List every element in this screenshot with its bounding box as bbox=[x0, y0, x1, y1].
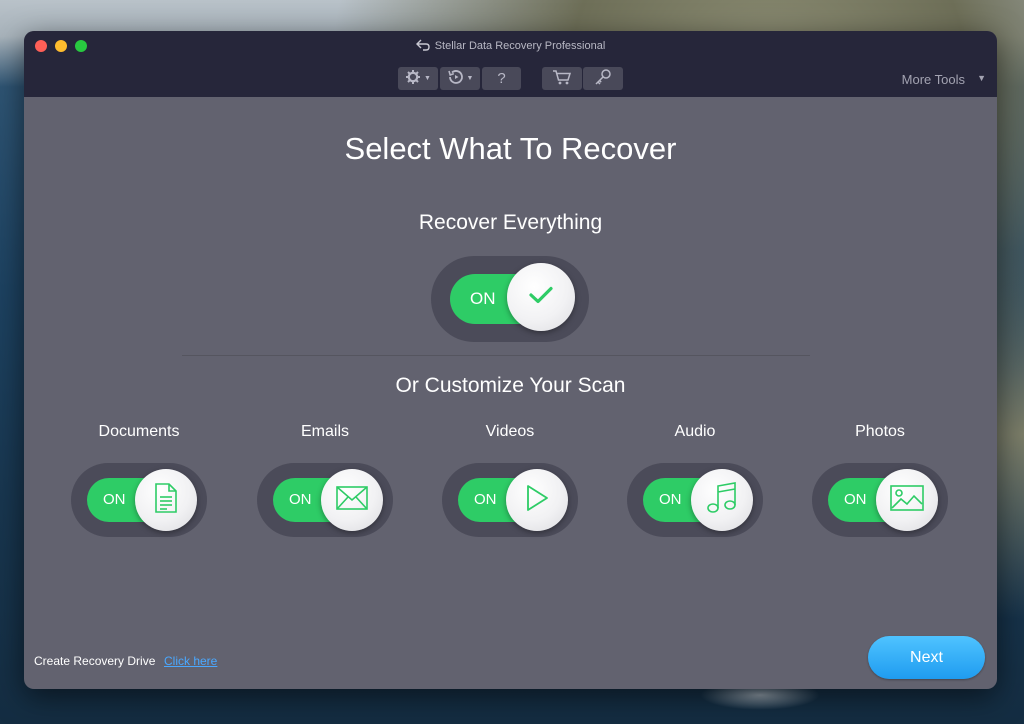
window-title: Stellar Data Recovery Professional bbox=[24, 39, 997, 54]
category-audio: Audio ON bbox=[625, 423, 765, 537]
chevron-down-icon: ▼ bbox=[424, 75, 431, 82]
title-bar: Stellar Data Recovery Professional ▼ ▼ ? bbox=[24, 31, 997, 97]
help-button[interactable]: ? bbox=[482, 67, 521, 90]
toggle-state-label: ON bbox=[289, 491, 312, 508]
toggle-knob[interactable] bbox=[876, 469, 938, 531]
activation-key-button[interactable] bbox=[583, 67, 623, 90]
emails-toggle[interactable]: ON bbox=[257, 463, 393, 537]
chevron-down-icon[interactable]: ▼ bbox=[977, 73, 986, 83]
image-icon bbox=[889, 484, 925, 517]
cart-button[interactable] bbox=[542, 67, 582, 90]
toggle-state-label: ON bbox=[659, 491, 682, 508]
next-button[interactable]: Next bbox=[868, 636, 985, 679]
back-arrow-icon[interactable] bbox=[415, 39, 430, 54]
recover-everything-heading: Recover Everything bbox=[418, 211, 603, 234]
toggle-knob[interactable] bbox=[135, 469, 197, 531]
section-divider bbox=[182, 355, 810, 356]
customize-scan-heading: Or Customize Your Scan bbox=[395, 374, 626, 397]
category-label: Photos bbox=[855, 423, 905, 440]
category-photos: Photos ON bbox=[810, 423, 950, 537]
toggle-knob[interactable] bbox=[691, 469, 753, 531]
gear-icon bbox=[405, 69, 421, 89]
videos-toggle[interactable]: ON bbox=[442, 463, 578, 537]
create-recovery-drive-label: Create Recovery Drive bbox=[34, 654, 156, 668]
play-icon bbox=[524, 484, 550, 517]
history-icon bbox=[447, 69, 464, 89]
toggle-knob[interactable] bbox=[507, 263, 575, 331]
more-tools-menu[interactable]: More Tools bbox=[902, 72, 965, 87]
category-documents: Documents ON bbox=[69, 423, 209, 537]
audio-toggle[interactable]: ON bbox=[627, 463, 763, 537]
category-videos: Videos ON bbox=[440, 423, 580, 537]
recover-everything-toggle[interactable]: ON bbox=[431, 256, 589, 342]
document-icon bbox=[153, 482, 179, 519]
help-icon: ? bbox=[497, 70, 506, 87]
envelope-icon bbox=[335, 485, 369, 516]
toggle-state-label: ON bbox=[103, 491, 126, 508]
category-label: Documents bbox=[98, 423, 180, 440]
category-emails: Emails ON bbox=[255, 423, 395, 537]
window-title-text: Stellar Data Recovery Professional bbox=[434, 40, 606, 52]
create-recovery-drive-link[interactable]: Click here bbox=[164, 654, 217, 668]
toggle-knob[interactable] bbox=[506, 469, 568, 531]
toolbar: ▼ ▼ ? bbox=[24, 67, 997, 91]
settings-button[interactable]: ▼ bbox=[398, 67, 438, 90]
toggle-state-label: ON bbox=[474, 491, 497, 508]
checkmark-icon bbox=[528, 285, 554, 310]
cart-icon bbox=[552, 69, 572, 89]
category-label: Videos bbox=[485, 423, 535, 440]
app-window: Stellar Data Recovery Professional ▼ ▼ ? bbox=[24, 31, 997, 689]
key-icon bbox=[594, 68, 612, 90]
photos-toggle[interactable]: ON bbox=[812, 463, 948, 537]
history-button[interactable]: ▼ bbox=[440, 67, 480, 90]
category-label: Audio bbox=[674, 423, 716, 440]
toggle-state-label: ON bbox=[844, 491, 867, 508]
main-content: Select What To Recover Recover Everythin… bbox=[24, 97, 997, 689]
category-label: Emails bbox=[300, 423, 349, 440]
toggle-state-label: ON bbox=[470, 289, 496, 308]
chevron-down-icon: ▼ bbox=[466, 75, 474, 82]
music-note-icon bbox=[706, 481, 738, 520]
page-title: Select What To Recover bbox=[344, 131, 677, 166]
toggle-knob[interactable] bbox=[321, 469, 383, 531]
documents-toggle[interactable]: ON bbox=[71, 463, 207, 537]
